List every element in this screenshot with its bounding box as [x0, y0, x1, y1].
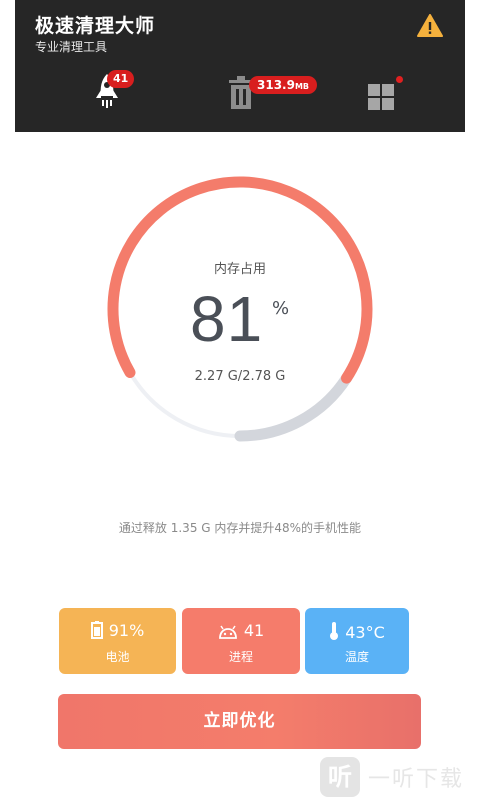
memory-label: 内存占用: [213, 262, 266, 277]
optimize-tip: 通过释放 1.35 G 内存并提升48%的手机性能: [118, 521, 362, 535]
thermometer-icon: [330, 622, 339, 640]
temperature-card[interactable]: 43°C 温度: [305, 608, 409, 674]
battery-value: 91%: [108, 621, 145, 640]
temperature-value: 43°C: [345, 623, 385, 642]
process-label: 进程: [228, 650, 253, 664]
watermark-logo: 听: [320, 757, 360, 797]
battery-icon: [90, 621, 103, 639]
process-value: 41: [243, 621, 265, 640]
watermark: 听 一听下载: [320, 757, 464, 797]
memory-percent: 81: [190, 283, 264, 355]
process-card[interactable]: 41 进程: [182, 608, 300, 674]
memory-usage: 2.27 G/2.78 G: [194, 369, 286, 384]
optimize-button[interactable]: 立即优化: [58, 694, 421, 749]
memory-gauge: [107, 176, 373, 442]
gauge-remaining-arc: [234, 372, 353, 442]
android-icon: [218, 625, 237, 639]
temperature-label: 温度: [344, 650, 369, 664]
battery-label: 电池: [105, 650, 130, 664]
memory-percent-unit: %: [272, 298, 290, 319]
watermark-text: 一听下载: [368, 767, 465, 792]
battery-card[interactable]: 91% 电池: [59, 608, 176, 674]
